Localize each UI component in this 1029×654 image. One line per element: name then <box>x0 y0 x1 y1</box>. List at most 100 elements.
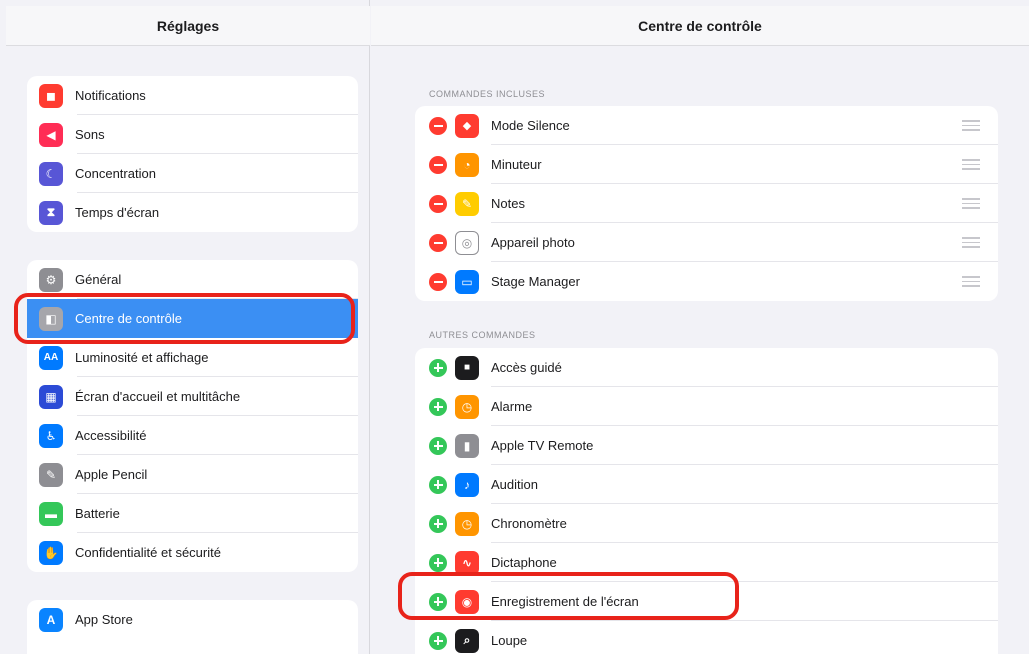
more-control-row: ♪ Audition <box>415 465 998 504</box>
control-label: Audition <box>491 477 538 492</box>
included-control-row: ◎ Appareil photo <box>415 223 998 262</box>
add-control-button[interactable] <box>429 631 447 650</box>
included-controls-header: COMMANDES INCLUSES <box>429 89 546 99</box>
brightness-icon: AA <box>39 345 63 370</box>
sidebar-item-app-store[interactable]: A App Store <box>27 600 358 639</box>
notes-icon: ✎ <box>455 191 479 216</box>
reorder-handle-icon[interactable] <box>962 159 980 173</box>
reorder-handle-icon[interactable] <box>962 237 980 251</box>
control-label: Apple TV Remote <box>491 438 594 453</box>
lock-icon: ■ <box>455 355 479 380</box>
included-control-row: ✎ Notes <box>415 184 998 223</box>
sidebar-item-display[interactable]: AA Luminosité et affichage <box>27 338 358 377</box>
reorder-handle-icon[interactable] <box>962 120 980 134</box>
sidebar-item-screen-time[interactable]: ⧗ Temps d'écran <box>27 193 358 232</box>
add-control-button[interactable] <box>429 436 447 455</box>
hand-icon: ✋ <box>39 540 63 565</box>
sidebar-item-label: Sons <box>75 127 105 142</box>
sidebar-group-2: ⚙ Général ◧ Centre de contrôle AA Lumino… <box>27 260 358 572</box>
bell-icon: ◆ <box>455 113 479 138</box>
settings-sidebar: Réglages ◼ Notifications ◀ Sons ☾ Concen… <box>6 0 370 654</box>
more-control-row: ■ Accès guidé <box>415 348 998 387</box>
pencil-icon: ✎ <box>39 462 63 487</box>
home-screen-icon: ▦ <box>39 384 63 409</box>
battery-icon: ▬ <box>39 501 63 526</box>
sidebar-title: Réglages <box>6 6 370 46</box>
remove-control-button[interactable] <box>429 272 447 291</box>
sidebar-item-control-center[interactable]: ◧ Centre de contrôle <box>27 299 358 338</box>
sidebar-item-label: Apple Pencil <box>75 467 148 482</box>
remove-control-button[interactable] <box>429 116 447 135</box>
included-control-row: ◔ Minuteur <box>415 145 998 184</box>
sidebar-item-battery[interactable]: ▬ Batterie <box>27 494 358 533</box>
accessibility-icon: ♿ <box>39 423 63 448</box>
sidebar-item-apple-pencil[interactable]: ✎ Apple Pencil <box>27 455 358 494</box>
included-controls-list: ◆ Mode Silence ◔ Minuteur ✎ Notes ◎ Appa… <box>415 106 998 301</box>
sidebar-item-home-screen[interactable]: ▦ Écran d'accueil et multitâche <box>27 377 358 416</box>
stopwatch-icon: ◷ <box>455 511 479 536</box>
add-control-button[interactable] <box>429 397 447 416</box>
screen-recording-icon: ◉ <box>455 589 479 614</box>
control-label: Appareil photo <box>491 235 575 250</box>
control-label: Mode Silence <box>491 118 570 133</box>
magnifier-icon: ⌕ <box>455 628 479 653</box>
add-control-button[interactable] <box>429 514 447 533</box>
stage-manager-icon: ▭ <box>455 269 479 294</box>
more-control-row: ⌕ Loupe <box>415 621 998 654</box>
reorder-handle-icon[interactable] <box>962 276 980 290</box>
control-label: Dictaphone <box>491 555 557 570</box>
sidebar-item-sounds[interactable]: ◀ Sons <box>27 115 358 154</box>
add-control-button[interactable] <box>429 553 447 572</box>
alarm-icon: ◷ <box>455 394 479 419</box>
voice-memo-icon: ∿ <box>455 550 479 575</box>
control-label: Loupe <box>491 633 528 648</box>
sidebar-item-label: Accessibilité <box>75 428 147 443</box>
sidebar-group-1: ◼ Notifications ◀ Sons ☾ Concentration ⧗… <box>27 76 358 232</box>
control-label: Minuteur <box>491 157 542 172</box>
hourglass-icon: ⧗ <box>39 200 63 225</box>
add-control-button[interactable] <box>429 475 447 494</box>
add-control-button[interactable] <box>429 358 447 377</box>
moon-icon: ☾ <box>39 161 63 186</box>
reorder-handle-icon[interactable] <box>962 198 980 212</box>
control-center-icon: ◧ <box>39 306 63 331</box>
remove-control-button[interactable] <box>429 155 447 174</box>
sidebar-item-label: Batterie <box>75 506 120 521</box>
sidebar-item-label: Centre de contrôle <box>75 311 182 326</box>
remote-icon: ▮ <box>455 433 479 458</box>
sidebar-item-accessibility[interactable]: ♿ Accessibilité <box>27 416 358 455</box>
app-store-icon: A <box>39 607 63 632</box>
control-label: Accès guidé <box>491 360 562 375</box>
notifications-icon: ◼ <box>39 83 63 108</box>
sidebar-item-label: Luminosité et affichage <box>75 350 209 365</box>
control-label: Stage Manager <box>491 274 580 289</box>
more-control-row: ▮ Apple TV Remote <box>415 426 998 465</box>
ear-icon: ♪ <box>455 472 479 497</box>
camera-icon: ◎ <box>455 230 479 255</box>
sidebar-item-label: App Store <box>75 612 133 627</box>
more-control-row: ◷ Alarme <box>415 387 998 426</box>
sidebar-item-privacy[interactable]: ✋ Confidentialité et sécurité <box>27 533 358 572</box>
control-center-pane: Centre de contrôle COMMANDES INCLUSES ◆ … <box>371 0 1029 654</box>
more-controls-header: AUTRES COMMANDES <box>429 330 536 340</box>
sidebar-item-general[interactable]: ⚙ Général <box>27 260 358 299</box>
sidebar-item-notifications[interactable]: ◼ Notifications <box>27 76 358 115</box>
more-controls-list: ■ Accès guidé ◷ Alarme ▮ Apple TV Remote… <box>415 348 998 654</box>
sound-icon: ◀ <box>39 122 63 147</box>
page-title: Centre de contrôle <box>371 6 1029 46</box>
timer-icon: ◔ <box>455 152 479 177</box>
control-label: Chronomètre <box>491 516 567 531</box>
more-control-row: ◉ Enregistrement de l'écran <box>415 582 998 621</box>
sidebar-group-3: A App Store <box>27 600 358 654</box>
remove-control-button[interactable] <box>429 233 447 252</box>
sidebar-item-label: Général <box>75 272 122 287</box>
sidebar-item-label: Concentration <box>75 166 156 181</box>
sidebar-item-label: Notifications <box>75 88 146 103</box>
sidebar-item-focus[interactable]: ☾ Concentration <box>27 154 358 193</box>
control-label: Alarme <box>491 399 533 414</box>
more-control-row: ∿ Dictaphone <box>415 543 998 582</box>
remove-control-button[interactable] <box>429 194 447 213</box>
control-label: Enregistrement de l'écran <box>491 594 639 609</box>
add-control-button[interactable] <box>429 592 447 611</box>
more-control-row: ◷ Chronomètre <box>415 504 998 543</box>
